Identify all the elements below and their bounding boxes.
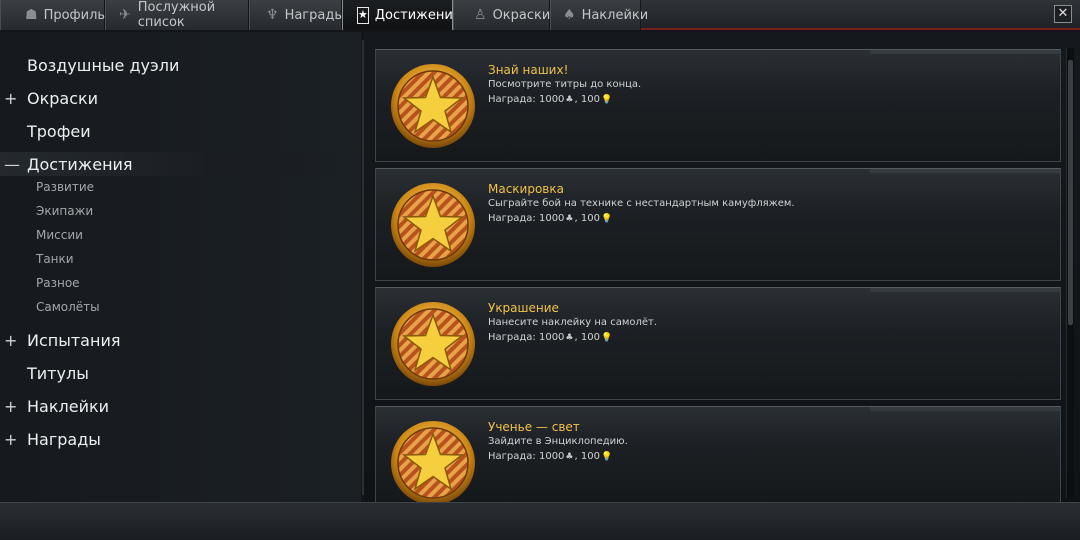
tab-label: Профиль <box>43 7 106 23</box>
reward-text: Награда: 1000 <box>488 332 565 343</box>
nav-item-label: Трофеи <box>27 121 91 141</box>
tab-label: Окраски <box>492 7 551 23</box>
nav-item-label: Награды <box>27 429 101 449</box>
expand-icon[interactable]: + <box>4 397 17 416</box>
bulb-icon: 💡 <box>600 332 613 343</box>
bulb-icon: 💡 <box>600 451 613 462</box>
nav-item-achievements[interactable]: — Достижения <box>0 152 361 176</box>
reward-text: , 100 <box>574 332 600 343</box>
nav-item-label: Испытания <box>27 330 121 350</box>
nav-item-challenges[interactable]: + Испытания <box>0 328 361 352</box>
tab-achievements[interactable]: ★ Достижения <box>342 0 461 30</box>
nav-item-label: Воздушные дуэли <box>27 55 180 75</box>
decal-icon: ♠ <box>563 7 576 23</box>
tab-profile[interactable]: ☗ Профиль <box>0 0 105 30</box>
reward-text: Награда: 1000 <box>488 451 565 462</box>
achievement-card[interactable]: Знай наших! Посмотрите титры до конца. Н… <box>375 49 1061 162</box>
expand-icon[interactable]: + <box>4 430 17 449</box>
tab-skins[interactable]: ♙ Окраски <box>453 0 550 30</box>
subnav-item-missions[interactable]: Миссии <box>36 228 83 242</box>
tab-decals[interactable]: ♠ Наклейки <box>550 0 648 30</box>
experience-icon: ♣ <box>565 332 574 343</box>
scrollbar-thumb[interactable] <box>1068 60 1073 325</box>
subnav-item-misc[interactable]: Разное <box>36 276 80 290</box>
star-icon: ★ <box>357 6 369 24</box>
experience-icon: ♣ <box>565 94 574 105</box>
gold-star-medal-icon <box>391 302 475 386</box>
achievement-card[interactable]: Украшение Нанесите наклейку на самолёт. … <box>375 287 1061 400</box>
tab-bar: ☗ Профиль ✈ Послужной список ♆ Награды ★… <box>0 0 1080 30</box>
achievement-reward: Награда: 1000 ♣ , 100 💡 <box>488 332 612 343</box>
achievement-title: Знай наших! <box>488 63 569 77</box>
gold-star-medal-icon <box>391 183 475 267</box>
achievement-reward: Награда: 1000 ♣ , 100 💡 <box>488 213 612 224</box>
subnav-item-aircraft[interactable]: Самолёты <box>36 300 100 314</box>
expand-icon[interactable]: + <box>4 331 17 350</box>
nav-item-label: Наклейки <box>27 396 110 416</box>
bulb-icon: 💡 <box>600 94 613 105</box>
aircraft-icon: ✈ <box>118 7 131 23</box>
experience-icon: ♣ <box>565 451 574 462</box>
tab-label: Достижения <box>374 7 461 23</box>
experience-icon: ♣ <box>565 213 574 224</box>
brush-icon: ♙ <box>474 7 487 23</box>
tab-label: Наклейки <box>581 7 649 23</box>
goblet-icon: ♆ <box>266 7 279 23</box>
close-icon: ✕ <box>1057 6 1069 21</box>
nav-item-label: Титулы <box>27 363 89 383</box>
nav-item-air-duels[interactable]: Воздушные дуэли <box>0 53 361 77</box>
achievement-reward: Награда: 1000 ♣ , 100 💡 <box>488 94 612 105</box>
achievement-title: Украшение <box>488 301 559 315</box>
achievement-description: Сыграйте бой на технике с нестандартным … <box>488 198 795 209</box>
achievement-card[interactable]: Маскировка Сыграйте бой на технике с нес… <box>375 168 1061 281</box>
reward-text: , 100 <box>574 451 600 462</box>
tab-label: Послужной список <box>137 0 216 30</box>
nav-item-label: Окраски <box>27 88 99 108</box>
close-button[interactable]: ✕ <box>1054 5 1072 23</box>
nav-item-trophies[interactable]: Трофеи <box>0 119 361 143</box>
reward-text: , 100 <box>574 213 600 224</box>
nav-item-skins[interactable]: + Окраски <box>0 86 361 110</box>
gold-star-medal-icon <box>391 421 475 505</box>
achievement-card[interactable]: Ученье — свет Зайдите в Энциклопедию. На… <box>375 406 1061 505</box>
category-tree: Воздушные дуэли + Окраски Трофеи — Дости… <box>0 32 361 502</box>
achievement-reward: Награда: 1000 ♣ , 100 💡 <box>488 451 612 462</box>
tab-label: Награды <box>284 7 345 23</box>
achievement-description: Нанесите наклейку на самолёт. <box>488 317 658 328</box>
bulb-icon: 💡 <box>600 213 613 224</box>
bottom-bar <box>0 502 1080 540</box>
subnav-item-tanks[interactable]: Танки <box>36 252 74 266</box>
nav-item-awards[interactable]: + Награды <box>0 427 361 451</box>
expand-icon[interactable]: + <box>4 89 17 108</box>
achievement-title: Маскировка <box>488 182 564 196</box>
achievement-title: Ученье — свет <box>488 420 580 434</box>
gold-star-medal-icon <box>391 64 475 148</box>
tab-service-record[interactable]: ✈ Послужной список <box>105 0 249 30</box>
collapse-icon[interactable]: — <box>4 155 20 174</box>
soldier-icon: ☗ <box>25 7 38 23</box>
reward-text: , 100 <box>574 94 600 105</box>
reward-text: Награда: 1000 <box>488 94 565 105</box>
subnav-item-crews[interactable]: Экипажи <box>36 204 93 218</box>
achievement-description: Посмотрите титры до конца. <box>488 79 642 90</box>
nav-item-titles[interactable]: Титулы <box>0 361 361 385</box>
subnav-item-development[interactable]: Развитие <box>36 180 94 194</box>
achievement-description: Зайдите в Энциклопедию. <box>488 436 628 447</box>
nav-item-label: Достижения <box>27 154 133 174</box>
tab-awards[interactable]: ♆ Награды <box>249 0 345 30</box>
nav-item-decals[interactable]: + Наклейки <box>0 394 361 418</box>
reward-text: Награда: 1000 <box>488 213 565 224</box>
